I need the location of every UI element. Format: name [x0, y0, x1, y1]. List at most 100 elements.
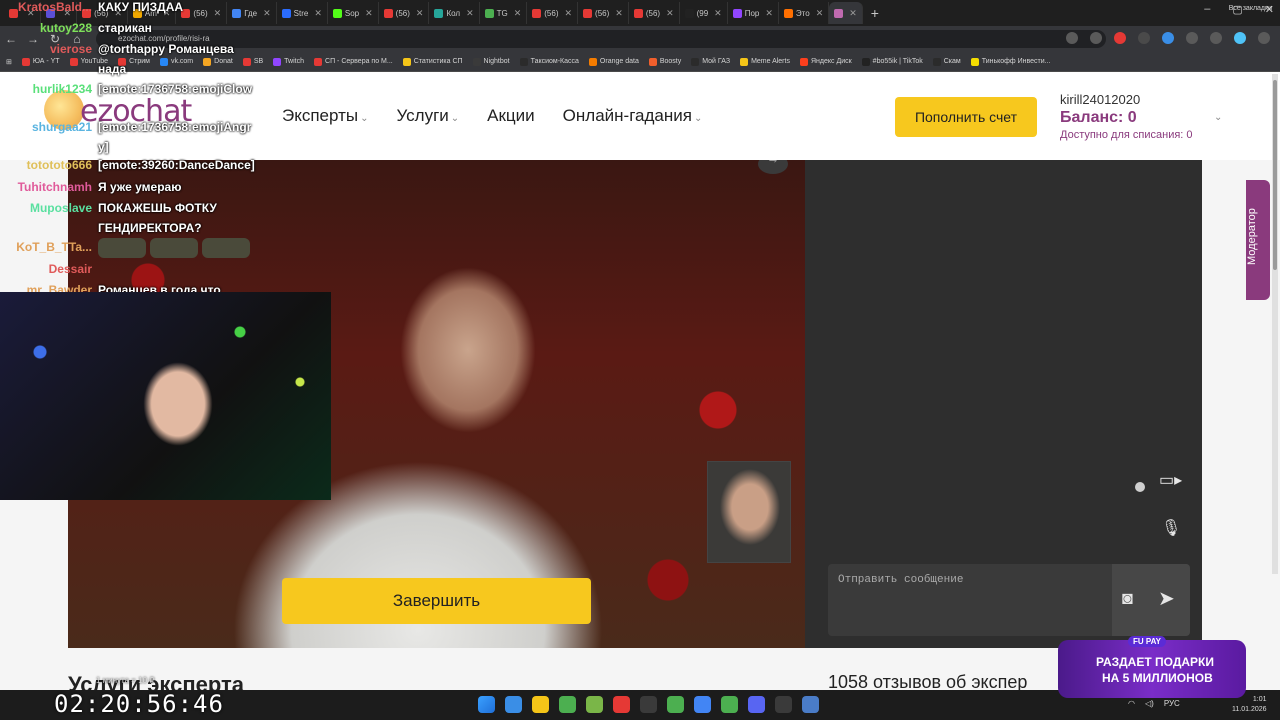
- bookmark-favicon-icon: [402, 57, 411, 66]
- taskbar-app-icon[interactable]: [802, 696, 819, 713]
- extension-icon[interactable]: [1162, 32, 1174, 44]
- tab-favicon-icon: [684, 8, 694, 18]
- close-tab-icon[interactable]: ✕: [365, 8, 373, 19]
- sidebar-icon[interactable]: [1210, 32, 1222, 44]
- tab-favicon-icon: [532, 8, 542, 18]
- taskbar-app-icon[interactable]: [667, 696, 684, 713]
- menu-dots-icon[interactable]: [1258, 32, 1270, 44]
- browser-tab[interactable]: (56) ✕: [379, 2, 430, 24]
- volume-icon[interactable]: ◁): [1145, 699, 1154, 708]
- account-info[interactable]: kirill24012020 Баланс: 0 Доступно для сп…: [1060, 92, 1193, 141]
- extension-icon[interactable]: [1114, 32, 1126, 44]
- bookmark-label: Boosty: [659, 58, 682, 65]
- close-tab-icon[interactable]: ✕: [849, 8, 857, 19]
- chevron-down-icon[interactable]: ⌄: [1214, 112, 1222, 123]
- browser-tab[interactable]: (56) ✕: [629, 2, 680, 24]
- close-tab-icon[interactable]: ✕: [816, 8, 824, 19]
- username: kirill24012020: [1060, 92, 1141, 107]
- browser-tab[interactable]: Пор ✕: [728, 2, 779, 24]
- browser-tab[interactable]: TG ✕: [480, 2, 528, 24]
- taskbar-app-icon[interactable]: [505, 696, 522, 713]
- taskbar-app-icon[interactable]: [586, 696, 603, 713]
- camera-icon[interactable]: ◙: [1122, 588, 1133, 609]
- bookmark-item[interactable]: Nightbot: [472, 57, 510, 66]
- zoom-icon[interactable]: [1066, 32, 1078, 44]
- taskbar-app-icon[interactable]: [694, 696, 711, 713]
- taskbar-app-icon[interactable]: [748, 696, 765, 713]
- stream-timer: 02:20:56:46: [54, 690, 224, 718]
- taskbar-app-icon[interactable]: [613, 696, 630, 713]
- puzzle-icon[interactable]: [1186, 32, 1198, 44]
- browser-tab[interactable]: (99 ✕: [680, 2, 728, 24]
- close-tab-icon[interactable]: ✕: [765, 8, 773, 19]
- close-tab-icon[interactable]: ✕: [314, 8, 322, 19]
- bookmark-item[interactable]: Мой ГАЗ: [691, 57, 731, 66]
- microphone-icon[interactable]: 🎙: [1161, 518, 1181, 538]
- browser-tab[interactable]: Sop ✕: [328, 2, 379, 24]
- bookmark-label: Мой ГАЗ: [702, 58, 731, 65]
- taskbar-app-icon[interactable]: [721, 696, 738, 713]
- bookmark-item[interactable]: Boosty: [648, 57, 682, 66]
- bookmark-favicon-icon: [970, 57, 979, 66]
- close-tab-icon[interactable]: ✕: [416, 8, 424, 19]
- bookmark-item[interactable]: Meme Alerts: [740, 57, 790, 66]
- browser-tab[interactable]: (56) ✕: [527, 2, 579, 24]
- taskbar-app-icon[interactable]: [559, 696, 576, 713]
- extension-icon[interactable]: [1138, 32, 1150, 44]
- send-icon[interactable]: ➤: [1158, 586, 1175, 611]
- close-tab-icon[interactable]: ✕: [714, 8, 722, 19]
- minimize-icon[interactable]: –: [1204, 3, 1210, 16]
- bookmark-favicon-icon: [691, 57, 700, 66]
- bookmark-item[interactable]: Скам: [932, 57, 961, 66]
- rate-note: 1 минута = 10 ₽: [96, 676, 155, 685]
- taskbar-app-icon[interactable]: [532, 696, 549, 713]
- new-tab-icon[interactable]: +: [863, 5, 887, 21]
- topup-button[interactable]: Пополнить счет: [895, 97, 1037, 137]
- tab-favicon-icon: [834, 8, 844, 18]
- nav-item-promos[interactable]: Акции: [487, 106, 535, 126]
- taskbar-app-icon[interactable]: [775, 696, 792, 713]
- taskbar-app-icon[interactable]: [640, 696, 657, 713]
- chat-message: Tuhitchnamh Я уже умераю: [0, 180, 300, 194]
- profile-avatar-icon[interactable]: [1234, 32, 1246, 44]
- bookmark-item[interactable]: #bo55ik | TikTok: [861, 57, 923, 66]
- emote-image: [98, 238, 146, 258]
- video-camera-icon[interactable]: ▭▸: [1159, 470, 1182, 490]
- chevron-down-icon: ⌄: [450, 113, 460, 124]
- browser-tab[interactable]: Кол ✕: [429, 2, 480, 24]
- language-indicator[interactable]: РУС: [1164, 699, 1180, 708]
- nav-item-services[interactable]: Услуги ⌄: [396, 106, 459, 126]
- bookmark-item[interactable]: Тинькофф Инвести...: [970, 57, 1051, 66]
- close-tab-icon[interactable]: ✕: [466, 8, 474, 19]
- browser-tab[interactable]: (56) ✕: [578, 2, 629, 24]
- wifi-icon[interactable]: ◠: [1128, 699, 1135, 708]
- bookmark-item[interactable]: Статистика СП: [402, 57, 463, 66]
- promo-banner[interactable]: FU PAY РАЗДАЕТ ПОДАРКИ НА 5 МИЛЛИОНОВ: [1058, 636, 1246, 698]
- close-tab-icon[interactable]: ✕: [666, 8, 674, 19]
- bookmark-item[interactable]: Таксиом-Касса: [519, 57, 579, 66]
- browser-tab[interactable]: Это ✕: [779, 2, 830, 24]
- camera-switch-icon[interactable]: ⇆: [758, 160, 788, 174]
- chat-username: Muposlave: [29, 201, 92, 215]
- nav-item-online-divination[interactable]: Онлайн-гадания ⌄: [563, 106, 703, 126]
- bookmark-label: Meme Alerts: [751, 58, 790, 65]
- bookmark-favicon-icon: [861, 57, 870, 66]
- bookmark-favicon-icon: [648, 57, 657, 66]
- extension-icons: [1066, 32, 1270, 44]
- bookmark-item[interactable]: Яндекс Диск: [799, 57, 852, 66]
- browser-tab-active[interactable]: ✕: [829, 2, 863, 24]
- start-icon[interactable]: [478, 696, 495, 713]
- close-tab-icon[interactable]: ✕: [565, 8, 573, 19]
- moderator-tab[interactable]: Модератор: [1246, 180, 1270, 300]
- message-input[interactable]: [838, 574, 1108, 586]
- bookmark-label: Nightbot: [483, 58, 510, 65]
- all-bookmarks[interactable]: Все закладки: [1229, 5, 1272, 12]
- close-tab-icon[interactable]: ✕: [615, 8, 623, 19]
- close-tab-icon[interactable]: ✕: [514, 8, 522, 19]
- bookmark-item[interactable]: СП - Сервера по М...: [314, 57, 393, 66]
- scrollbar-thumb[interactable]: [1273, 80, 1277, 270]
- end-call-button[interactable]: Завершить: [282, 578, 591, 624]
- bookmark-item[interactable]: Orange data: [588, 57, 639, 66]
- star-icon[interactable]: [1090, 32, 1102, 44]
- clock[interactable]: 1:01 11.01.2026: [1232, 695, 1267, 715]
